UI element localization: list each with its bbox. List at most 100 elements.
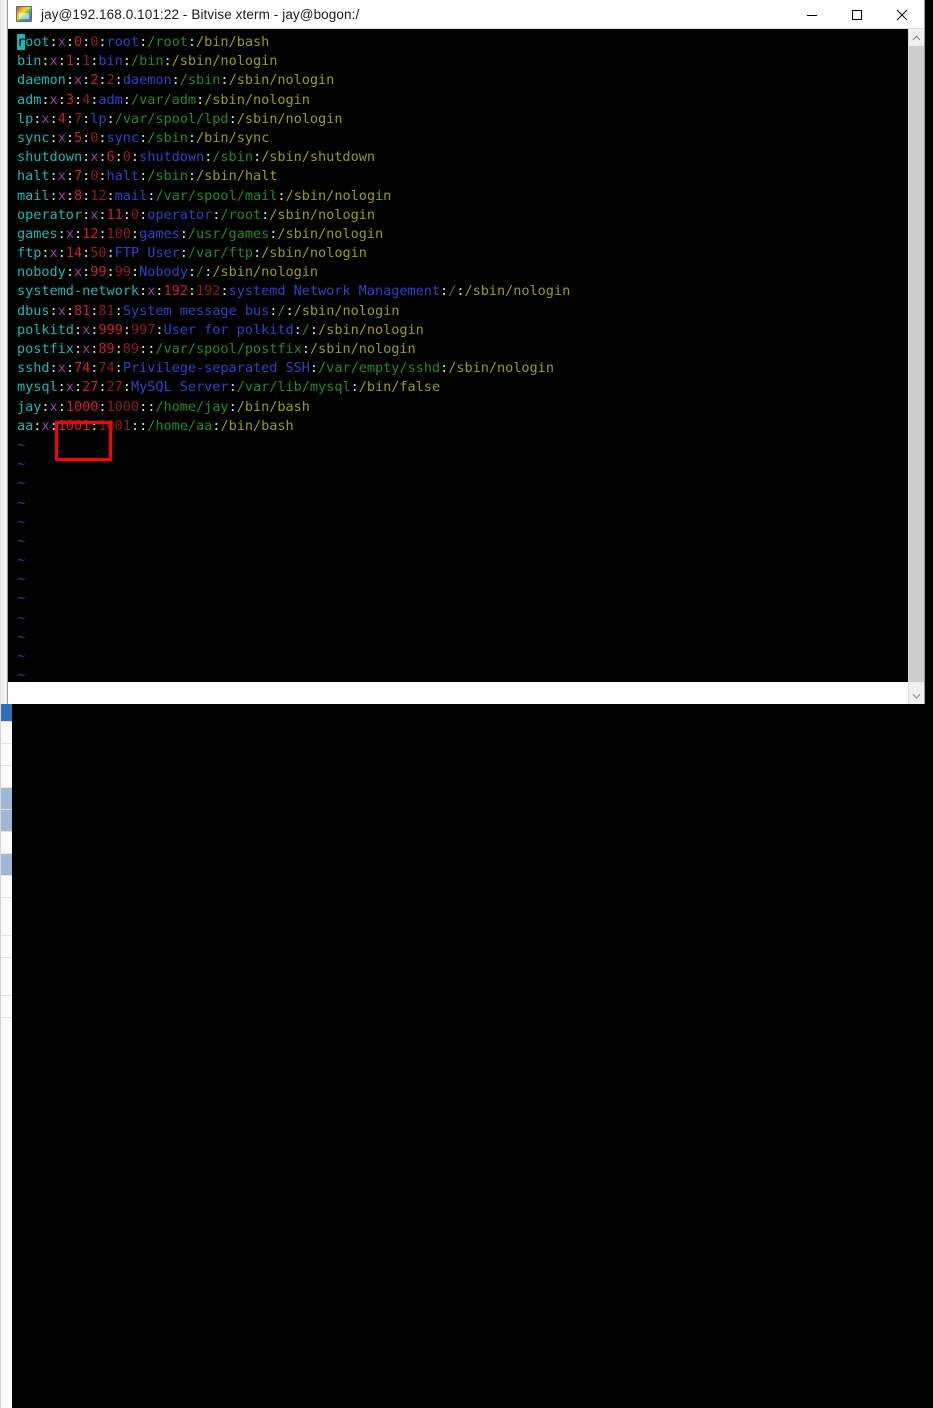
passwd-uid: 99 <box>90 264 107 281</box>
passwd-username: mysql <box>17 379 58 396</box>
scroll-down-arrow[interactable] <box>909 687 924 704</box>
passwd-password-field: x <box>57 360 66 377</box>
passwd-shell: /sbin/nologin <box>261 245 367 262</box>
passwd-gid: 100 <box>106 225 131 242</box>
minimize-button[interactable] <box>789 0 834 29</box>
vertical-scrollbar[interactable] <box>908 29 924 704</box>
passwd-shell: /sbin/nologin <box>448 360 554 377</box>
passwd-gid: 1001 <box>98 417 131 434</box>
passwd-shell: /sbin/nologin <box>212 264 319 281</box>
scrollbar-thumb[interactable] <box>909 46 924 682</box>
terminal-screen[interactable]: root:x:0:0:root:/root:/bin/bash bin:x:1:1… <box>8 29 910 704</box>
passwd-username: aa <box>17 417 34 434</box>
maximize-button[interactable] <box>834 0 879 29</box>
passwd-password-field: x <box>57 34 66 50</box>
passwd-shell: /bin/false <box>358 379 441 396</box>
scroll-up-arrow[interactable] <box>909 29 924 46</box>
passwd-shell: /sbin/nologin <box>285 187 392 204</box>
vim-statusline: "/etc/passwd" 21L, 923C 1,1 All <box>8 682 910 704</box>
vim-empty-line-marker: ~ <box>17 475 26 492</box>
passwd-gecos: mail <box>114 187 148 204</box>
passwd-shell: /sbin/nologin <box>236 110 343 127</box>
passwd-uid: 5 <box>73 129 83 146</box>
passwd-gecos: System message bus <box>122 302 270 319</box>
scrollbar-track[interactable] <box>909 46 924 687</box>
vim-empty-line-marker: ~ <box>17 552 26 569</box>
passwd-gecos: bin <box>98 53 123 70</box>
passwd-home: /var/spool/lpd <box>114 110 229 127</box>
passwd-username: postfix <box>17 341 74 357</box>
passwd-shell: /sbin/nologin <box>309 341 416 357</box>
passwd-uid: 1000 <box>65 398 99 415</box>
passwd-entry-row: polkitd:x:999:997:User for polkitd:/:/sb… <box>17 321 424 338</box>
passwd-entry-row: daemon:x:2:2:daemon:/sbin:/sbin/nologin <box>17 72 335 89</box>
passwd-shell: /sbin/shutdown <box>261 149 375 166</box>
passwd-username: systemd-network <box>17 283 140 300</box>
passwd-gid: 192 <box>195 283 221 300</box>
passwd-shell: /bin/bash <box>196 34 270 50</box>
passwd-entry-row: mysql:x:27:27:MySQL Server:/var/lib/mysq… <box>17 379 441 396</box>
passwd-entry-row: sync:x:5:0:sync:/sbin:/bin/sync <box>17 129 270 146</box>
background-row <box>1 854 12 876</box>
passwd-entry-row: lp:x:4:7:lp:/var/spool/lpd:/sbin/nologin <box>17 110 343 127</box>
passwd-gecos: systemd Network Management <box>228 283 441 300</box>
passwd-uid: 11 <box>106 206 123 223</box>
background-row <box>1 788 12 810</box>
passwd-password-field: x <box>49 245 58 262</box>
window-title: jay@192.168.0.101:22 - Bitvise xterm - j… <box>41 6 360 22</box>
passwd-password-field: x <box>41 417 50 434</box>
passwd-shell: /bin/sync <box>196 129 270 146</box>
passwd-shell: /sbin/nologin <box>204 91 310 108</box>
passwd-entry-row: halt:x:7:0:halt:/sbin:/sbin/halt <box>17 168 278 185</box>
passwd-uid: 0 <box>73 34 83 50</box>
window-controls <box>789 0 924 29</box>
vim-empty-line-marker: ~ <box>17 590 26 607</box>
passwd-password-field: x <box>82 321 91 338</box>
passwd-password-field: x <box>82 341 91 357</box>
passwd-password-field: x <box>57 168 66 185</box>
close-button[interactable] <box>879 0 924 29</box>
passwd-shell: /sbin/nologin <box>318 321 424 338</box>
passwd-home: / <box>301 321 310 338</box>
passwd-gid: 99 <box>114 264 131 281</box>
passwd-home: /var/adm <box>130 91 197 108</box>
passwd-entry-row: nobody:x:99:99:Nobody:/:/sbin/nologin <box>17 264 319 281</box>
passwd-uid: 4 <box>57 110 66 127</box>
passwd-shell: /bin/bash <box>220 417 294 434</box>
passwd-entry-row: ftp:x:14:50:FTP User:/var/ftp:/sbin/nolo… <box>17 245 367 262</box>
passwd-username: mail <box>17 187 50 204</box>
passwd-username: bin <box>17 53 42 70</box>
passwd-password-field: x <box>41 110 50 127</box>
window-titlebar[interactable]: jay@192.168.0.101:22 - Bitvise xterm - j… <box>8 0 924 29</box>
passwd-entry-row: bin:x:1:1:bin:/bin:/sbin/nologin <box>17 53 278 70</box>
passwd-gecos: shutdown <box>139 149 205 166</box>
vim-empty-line-marker: ~ <box>17 571 26 588</box>
passwd-gid: 89 <box>122 341 140 357</box>
passwd-username: sync <box>17 129 50 146</box>
passwd-uid: 1 <box>65 53 74 70</box>
background-window-right-edge <box>0 704 12 1408</box>
passwd-shell: /sbin/nologin <box>228 72 335 89</box>
passwd-gid: 27 <box>106 379 123 396</box>
passwd-uid: 6 <box>106 149 115 166</box>
passwd-username: lp <box>17 110 34 127</box>
passwd-username: games <box>17 225 58 242</box>
passwd-uid: 8 <box>73 187 83 204</box>
passwd-home: /sbin <box>147 129 188 146</box>
passwd-password-field: x <box>49 398 58 415</box>
passwd-gecos: root <box>106 34 140 50</box>
passwd-home: /sbin <box>179 72 221 89</box>
vim-empty-line-marker: ~ <box>17 513 26 530</box>
passwd-home: /bin <box>130 53 164 70</box>
passwd-home: /root <box>147 34 188 50</box>
passwd-entry-row: systemd-network:x:192:192:systemd Networ… <box>17 283 571 300</box>
passwd-password-field: x <box>65 379 74 396</box>
passwd-entry-row: adm:x:3:4:adm:/var/adm:/sbin/nologin <box>17 91 310 108</box>
passwd-username: ftp <box>17 245 42 262</box>
bitvise-xterm-icon <box>16 6 32 22</box>
passwd-gid: 0 <box>122 149 131 166</box>
vim-empty-line-marker: ~ <box>17 436 26 453</box>
background-row <box>1 898 12 936</box>
passwd-home: / <box>277 302 286 319</box>
passwd-entry-row: shutdown:x:6:0:shutdown:/sbin:/sbin/shut… <box>17 149 375 166</box>
